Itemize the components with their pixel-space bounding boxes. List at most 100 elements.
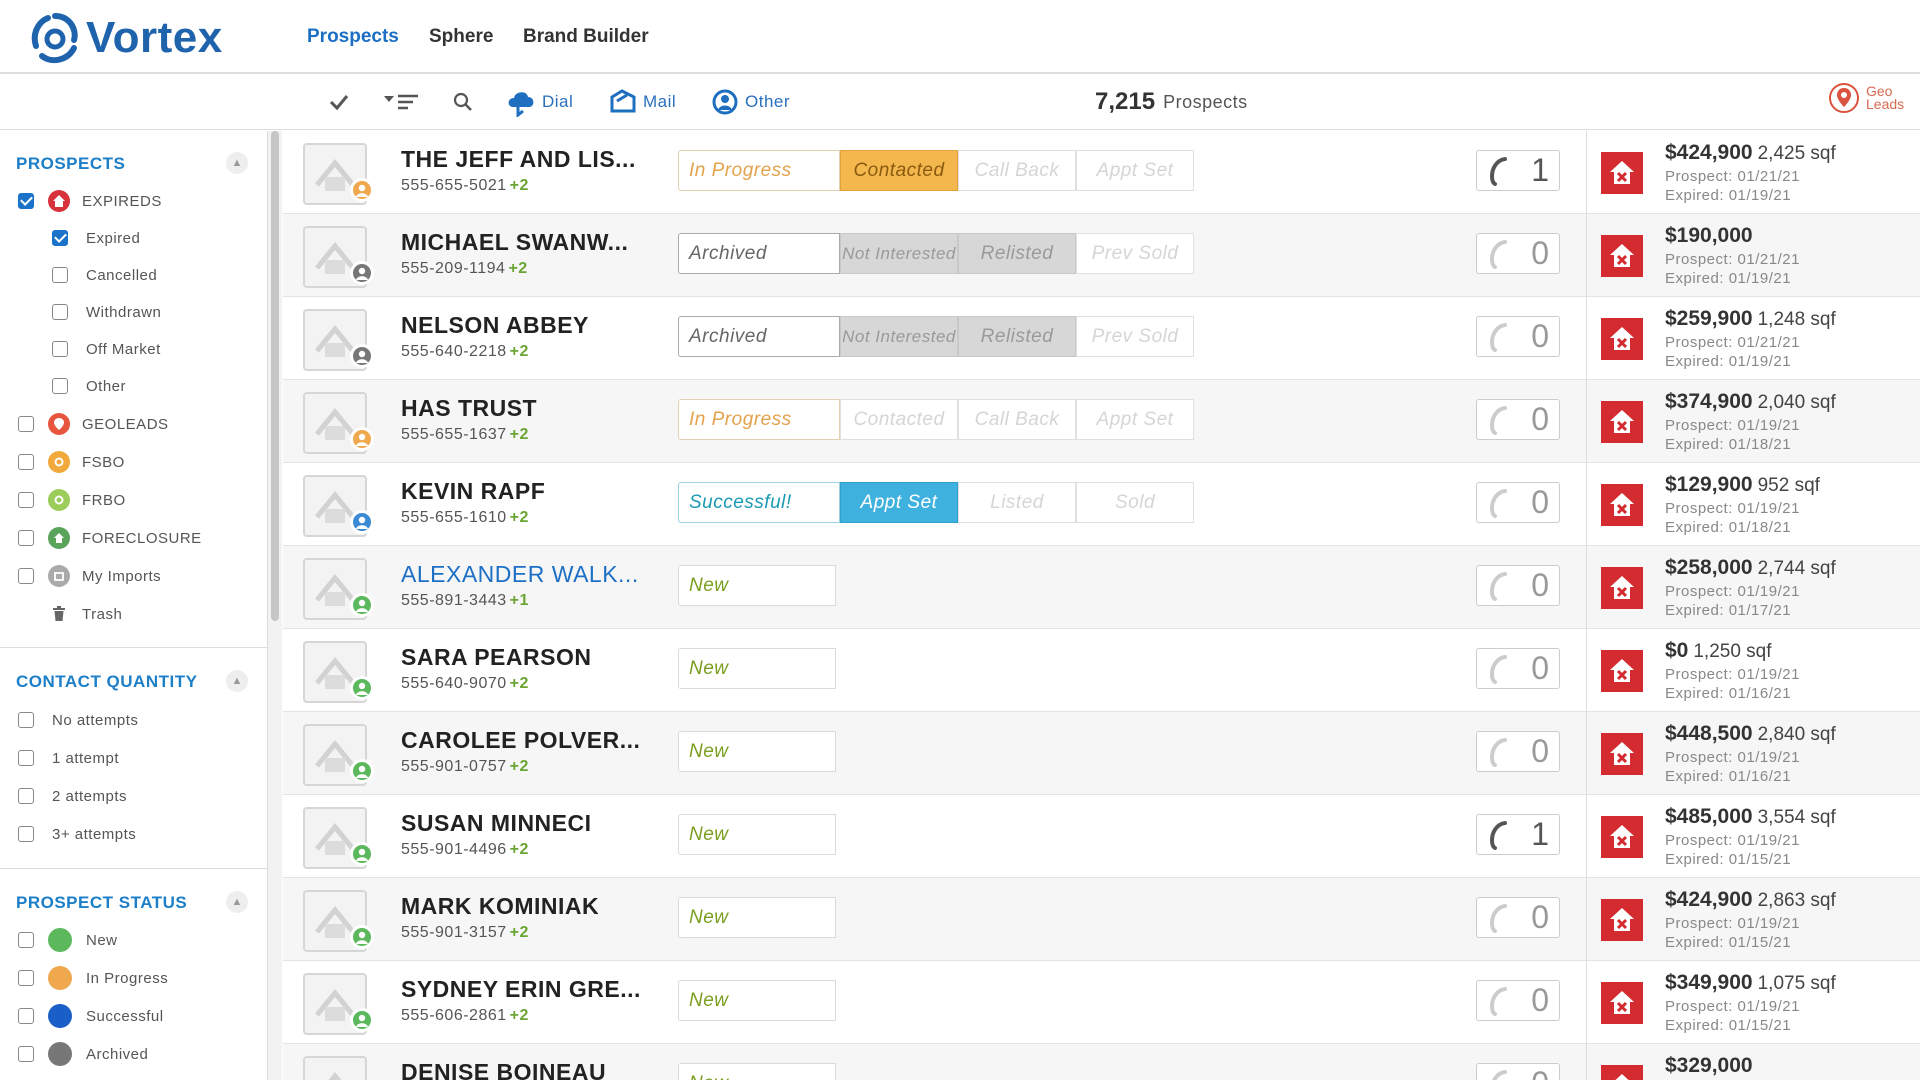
prospect-row[interactable]: DENISE BOINEAU New 0 $329,000 <box>283 1044 1920 1080</box>
status-step[interactable]: Contacted <box>840 150 958 191</box>
select-all-button[interactable] <box>328 74 350 130</box>
prospect-name[interactable]: SARA PEARSON <box>401 644 591 671</box>
prospect-row[interactable]: SYDNEY ERIN GRE... 555-606-2861 +2 New 0 $349… <box>283 961 1920 1044</box>
prospect-name[interactable]: MICHAEL SWANW... <box>401 229 628 256</box>
checkbox-withdrawn[interactable] <box>52 304 68 320</box>
status-step[interactable]: Prev Sold <box>1076 233 1194 274</box>
status-step[interactable]: Contacted <box>840 399 958 440</box>
checkbox-geoleads[interactable] <box>18 416 34 432</box>
status-step[interactable]: New <box>678 980 836 1021</box>
filter-my-imports[interactable]: My Imports <box>18 564 161 588</box>
prospect-row[interactable]: CAROLEE POLVER... 555-901-0757 +2 New 0 $448,… <box>283 712 1920 795</box>
prospect-name[interactable]: KEVIN RAPF <box>401 478 545 505</box>
prospect-name[interactable]: SUSAN MINNECI <box>401 810 592 837</box>
prospect-name[interactable]: ALEXANDER WALK... <box>401 561 639 588</box>
filter-off-market[interactable]: Off Market <box>52 337 161 361</box>
extra-phones-count[interactable]: +2 <box>510 924 529 941</box>
prospect-row[interactable]: THE JEFF AND LIS... 555-655-5021 +2 In Prog… <box>283 131 1920 214</box>
checkbox-off-market[interactable] <box>52 341 68 357</box>
prospect-name[interactable]: THE JEFF AND LIS... <box>401 146 636 173</box>
call-attempts-button[interactable]: 0 <box>1476 980 1560 1021</box>
expired-listing-house-icon[interactable] <box>1601 318 1643 360</box>
collapse-contact-button[interactable]: ▲ <box>226 670 248 692</box>
call-attempts-button[interactable]: 1 <box>1476 150 1560 191</box>
checkbox[interactable] <box>18 970 34 986</box>
call-attempts-button[interactable]: 0 <box>1476 399 1560 440</box>
prospect-row[interactable]: SARA PEARSON 555-640-9070 +2 New 0 $0 1,250 sq… <box>283 629 1920 712</box>
filter-status-in-progress[interactable]: In Progress <box>18 966 168 990</box>
extra-phones-count[interactable]: +2 <box>510 758 529 775</box>
call-attempts-button[interactable]: 0 <box>1476 897 1560 938</box>
status-step[interactable]: New <box>678 648 836 689</box>
status-step[interactable]: Appt Set <box>1076 399 1194 440</box>
prospect-row[interactable]: MARK KOMINIAK 555-901-3157 +2 New 0 $424,900 2… <box>283 878 1920 961</box>
status-step[interactable]: New <box>678 565 836 606</box>
extra-phones-count[interactable]: +2 <box>510 509 529 526</box>
filter-fsbo[interactable]: FSBO <box>18 450 125 474</box>
prospect-row[interactable]: MICHAEL SWANW... 555-209-1194 +2 Archived No… <box>283 214 1920 297</box>
dial-button[interactable]: Dial <box>505 74 573 130</box>
prospect-phone[interactable]: 555-655-1610 +2 <box>401 509 529 527</box>
search-button[interactable] <box>452 74 474 130</box>
status-step[interactable]: New <box>678 897 836 938</box>
call-attempts-button[interactable]: 0 <box>1476 482 1560 523</box>
status-step[interactable]: Archived <box>678 316 840 357</box>
filter-trash[interactable]: Trash <box>18 602 122 626</box>
prospect-row[interactable]: NELSON ABBEY 555-640-2218 +2 Archived Not In… <box>283 297 1920 380</box>
prospect-row[interactable]: SUSAN MINNECI 555-901-4496 +2 New 1 $485,000 3… <box>283 795 1920 878</box>
filter-expired[interactable]: Expired <box>52 226 140 250</box>
nav-sphere[interactable]: Sphere <box>429 26 493 48</box>
property-thumbnail[interactable] <box>303 1056 367 1080</box>
call-attempts-button[interactable]: 0 <box>1476 565 1560 606</box>
status-step[interactable]: In Progress <box>678 150 840 191</box>
prospect-phone[interactable]: 555-209-1194 +2 <box>401 260 528 278</box>
sort-filter-button[interactable] <box>382 74 420 130</box>
expired-listing-house-icon[interactable] <box>1601 650 1643 692</box>
filter-2-attempts[interactable]: 2 attempts <box>18 784 127 808</box>
status-step[interactable]: Relisted <box>958 233 1076 274</box>
extra-phones-count[interactable]: +2 <box>510 1007 529 1024</box>
status-step[interactable]: In Progress <box>678 399 840 440</box>
expired-listing-house-icon[interactable] <box>1601 152 1643 194</box>
checkbox[interactable] <box>18 826 34 842</box>
expired-listing-house-icon[interactable] <box>1601 235 1643 277</box>
prospect-name[interactable]: CAROLEE POLVER... <box>401 727 640 754</box>
status-step[interactable]: New <box>678 814 836 855</box>
status-step[interactable]: Successful! <box>678 482 840 523</box>
checkbox-foreclosure[interactable] <box>18 530 34 546</box>
prospect-phone[interactable]: 555-901-4496 +2 <box>401 841 529 859</box>
prospect-row[interactable]: KEVIN RAPF 555-655-1610 +2 Successful! Appt … <box>283 463 1920 546</box>
expired-listing-house-icon[interactable] <box>1601 982 1643 1024</box>
checkbox[interactable] <box>18 788 34 804</box>
prospect-phone[interactable]: 555-640-9070 +2 <box>401 675 529 693</box>
filter-status-new[interactable]: New <box>18 928 118 952</box>
prospect-name[interactable]: NELSON ABBEY <box>401 312 589 339</box>
expired-listing-house-icon[interactable] <box>1601 733 1643 775</box>
checkbox-other[interactable] <box>52 378 68 394</box>
filter-status-archived[interactable]: Archived <box>18 1042 148 1066</box>
call-attempts-button[interactable]: 0 <box>1476 316 1560 357</box>
filter-expireds[interactable]: EXPIREDS <box>18 189 162 213</box>
status-step[interactable]: Appt Set <box>1076 150 1194 191</box>
filter-1-attempt[interactable]: 1 attempt <box>18 746 119 770</box>
status-step[interactable]: Sold <box>1076 482 1194 523</box>
status-step[interactable]: New <box>678 731 836 772</box>
nav-brand-builder[interactable]: Brand Builder <box>523 26 649 48</box>
prospect-phone[interactable]: 555-901-3157 +2 <box>401 924 529 942</box>
expired-listing-house-icon[interactable] <box>1601 899 1643 941</box>
filter-frbo[interactable]: FRBO <box>18 488 126 512</box>
checkbox[interactable] <box>18 1008 34 1024</box>
prospect-phone[interactable]: 555-655-5021 +2 <box>401 177 529 195</box>
checkbox[interactable] <box>18 750 34 766</box>
filter-3plus-attempts[interactable]: 3+ attempts <box>18 822 136 846</box>
vortex-logo[interactable]: Vortex <box>30 12 223 64</box>
scrollbar-thumb[interactable] <box>271 131 279 621</box>
filter-geoleads[interactable]: GEOLEADS <box>18 412 169 436</box>
prospect-phone[interactable]: 555-655-1637 +2 <box>401 426 529 444</box>
checkbox[interactable] <box>18 932 34 948</box>
expired-listing-house-icon[interactable] <box>1601 401 1643 443</box>
call-attempts-button[interactable]: 0 <box>1476 1063 1560 1080</box>
extra-phones-count[interactable]: +2 <box>510 841 529 858</box>
filter-cancelled[interactable]: Cancelled <box>52 263 157 287</box>
prospect-name[interactable]: MARK KOMINIAK <box>401 893 599 920</box>
